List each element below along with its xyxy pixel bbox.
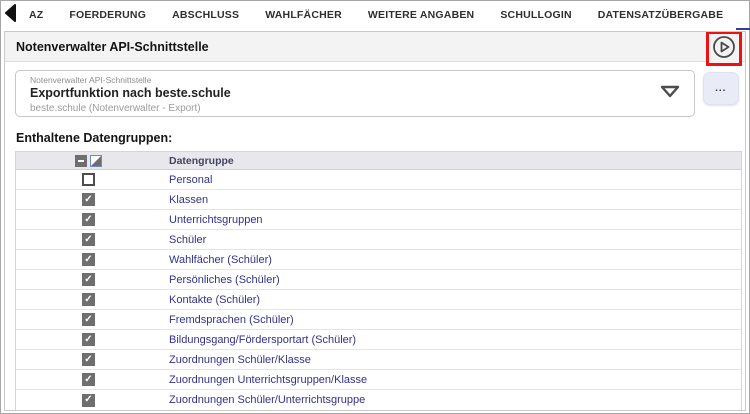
tab-item[interactable]: WAHLFÄCHER bbox=[252, 1, 355, 30]
app-window: AZ FOERDERUNG ABSCHLUSS WAHLFÄCHER WEITE… bbox=[0, 0, 750, 414]
table-row: Zuordnungen Unterrichtsgruppen/Klasse bbox=[16, 370, 741, 390]
section-header: Notenverwalter API-Schnittstelle bbox=[5, 32, 745, 62]
row-label: Fremdsprachen (Schüler) bbox=[161, 314, 741, 326]
annotation-highlight bbox=[706, 31, 742, 66]
row-label: Zuordnungen Schüler/Klasse bbox=[161, 354, 741, 366]
row-checkbox[interactable] bbox=[82, 293, 95, 306]
tab-item[interactable]: ABSCHLUSS bbox=[159, 1, 252, 30]
row-label: Zuordnungen Unterrichtsgruppen/Klasse bbox=[161, 374, 741, 386]
section-title: Notenverwalter API-Schnittstelle bbox=[16, 40, 209, 54]
row-label: Zuordnungen Schüler/Unterrichtsgruppe bbox=[161, 394, 741, 406]
row-label: Wahlfächer (Schüler) bbox=[161, 254, 741, 266]
selection-tools-cell bbox=[16, 155, 161, 167]
row-label: Unterrichtsgruppen bbox=[161, 214, 741, 226]
row-checkbox[interactable] bbox=[82, 353, 95, 366]
row-checkbox[interactable] bbox=[82, 394, 95, 407]
row-label: Kontakte (Schüler) bbox=[161, 294, 741, 306]
datagroups-heading: Enthaltene Datengruppen: bbox=[5, 117, 745, 151]
tab-item[interactable]: SCHULLOGIN bbox=[487, 1, 584, 30]
invert-selection-icon[interactable] bbox=[90, 155, 102, 167]
tab-item[interactable]: AZ bbox=[16, 1, 56, 30]
row-label: Persönliches (Schüler) bbox=[161, 274, 741, 286]
row-checkbox[interactable] bbox=[82, 193, 95, 206]
table-row: Zuordnungen Schüler/Unterrichtsgruppe bbox=[16, 390, 741, 410]
table-row: Klassen bbox=[16, 190, 741, 210]
table-row: Schüler bbox=[16, 230, 741, 250]
row-checkbox[interactable] bbox=[82, 313, 95, 326]
row-checkbox[interactable] bbox=[82, 273, 95, 286]
select-description: beste.schule (Notenverwalter - Export) bbox=[30, 102, 680, 116]
run-export-button[interactable] bbox=[711, 36, 737, 62]
tab-item[interactable]: NOTENVERWALTEREXPORT bbox=[736, 1, 750, 30]
row-checkbox[interactable] bbox=[82, 373, 95, 386]
more-options-button[interactable]: ... bbox=[703, 72, 739, 105]
column-header-datengruppe: Datengruppe bbox=[161, 155, 741, 167]
chevron-down-icon bbox=[660, 85, 680, 103]
table-row: Fremdsprachen (Schüler) bbox=[16, 310, 741, 330]
deselect-all-icon[interactable] bbox=[75, 155, 87, 167]
tab-item[interactable]: FOERDERUNG bbox=[56, 1, 159, 30]
interface-selector-row: Notenverwalter API-Schnittstelle Exportf… bbox=[5, 62, 745, 117]
play-circle-icon bbox=[712, 35, 736, 62]
tab-bar: AZ FOERDERUNG ABSCHLUSS WAHLFÄCHER WEITE… bbox=[1, 1, 749, 30]
select-value: Exportfunktion nach beste.schule bbox=[30, 86, 680, 101]
table-row: Bildungsgang/Fördersportart (Schüler) bbox=[16, 330, 741, 350]
row-checkbox[interactable] bbox=[82, 213, 95, 226]
row-checkbox[interactable] bbox=[82, 253, 95, 266]
select-label: Notenverwalter API-Schnittstelle bbox=[30, 75, 680, 86]
datagroups-table-header: Datengruppe bbox=[16, 152, 741, 170]
tab-list: AZ FOERDERUNG ABSCHLUSS WAHLFÄCHER WEITE… bbox=[16, 1, 750, 30]
tabs-scroll-left-button[interactable] bbox=[3, 4, 16, 27]
row-label: Personal bbox=[161, 174, 741, 186]
row-checkbox[interactable] bbox=[82, 233, 95, 246]
table-row: Personal bbox=[16, 170, 741, 190]
row-label: Schüler bbox=[161, 234, 741, 246]
table-row: Kontakte (Schüler) bbox=[16, 290, 741, 310]
table-row: Persönliches (Schüler) bbox=[16, 270, 741, 290]
tab-item[interactable]: WEITERE ANGABEN bbox=[355, 1, 487, 30]
tab-item[interactable]: DATENSATZÜBERGABE bbox=[585, 1, 737, 30]
api-interface-select[interactable]: Notenverwalter API-Schnittstelle Exportf… bbox=[15, 70, 695, 117]
row-checkbox[interactable] bbox=[82, 173, 95, 186]
row-checkbox[interactable] bbox=[82, 333, 95, 346]
row-label: Klassen bbox=[161, 194, 741, 206]
arrow-left-icon bbox=[3, 4, 16, 27]
table-row: Wahlfächer (Schüler) bbox=[16, 250, 741, 270]
table-row: Unterrichtsgruppen bbox=[16, 210, 741, 230]
row-label: Bildungsgang/Fördersportart (Schüler) bbox=[161, 334, 741, 346]
content-panel: Notenverwalter API-Schnittstelle Notenve… bbox=[4, 31, 746, 411]
datagroups-table: Datengruppe Personal Klassen bbox=[15, 151, 742, 411]
table-row: Zuordnungen Schüler/Klasse bbox=[16, 350, 741, 370]
